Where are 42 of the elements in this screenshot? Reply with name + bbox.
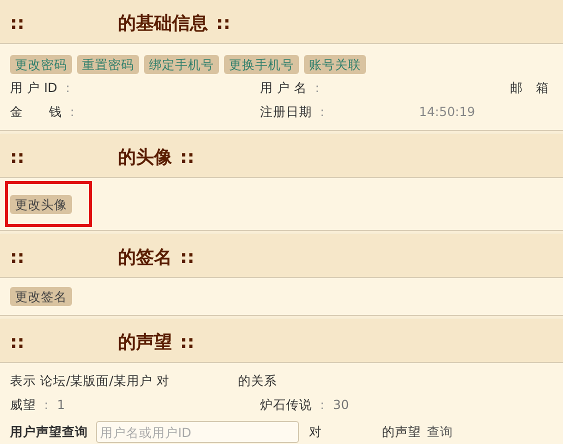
section-marker: :: [180, 330, 194, 354]
action-button[interactable]: 更改签名 [10, 286, 72, 306]
query-label: 用户声望查询 [10, 422, 89, 441]
colon: ： [310, 79, 324, 97]
action-button[interactable]: 更改密码 [10, 55, 72, 74]
section-marker: :: [10, 246, 26, 270]
section-marker: :: [10, 146, 26, 170]
field-label: 用 户 ID [10, 79, 58, 97]
colon: ： [316, 102, 329, 121]
action-button[interactable]: 更换手机号 [224, 55, 299, 74]
field-label: 邮 箱 [510, 79, 549, 97]
colon: ： [316, 396, 329, 414]
section-title: 的基础信息 [118, 12, 208, 36]
section-marker: :: [216, 12, 230, 36]
colon: ： [66, 102, 79, 121]
section-title: 的头像 [118, 146, 172, 170]
action-button[interactable]: 重置密码 [77, 55, 139, 74]
section-marker: :: [180, 246, 194, 270]
field-label: 用 户 名 [260, 79, 307, 97]
description-text: 的关系 [238, 372, 277, 390]
username-field[interactable]: 用户名或用户ID [96, 421, 299, 443]
section-title: 的签名 [118, 246, 172, 270]
action-button[interactable]: 绑定手机号 [144, 55, 219, 74]
field-value: 1 [57, 396, 65, 414]
action-button[interactable]: 更改头像 [10, 194, 72, 214]
colon: ： [61, 79, 74, 97]
description-text: 表示 论坛/某版面/某用户 对 [10, 372, 170, 390]
field-label: 注册日期 [260, 102, 312, 121]
section-marker: :: [10, 12, 26, 36]
query-link[interactable]: 查询 [427, 422, 453, 442]
section-marker: :: [10, 330, 26, 354]
colon: ： [40, 396, 53, 414]
action-button[interactable]: 账号关联 [304, 55, 366, 74]
field-value: 14:50:19 [419, 102, 476, 121]
query-text: 的声望 [382, 422, 421, 441]
field-value: 30 [333, 396, 349, 414]
section-title: 的声望 [118, 330, 172, 354]
section-marker: :: [180, 146, 194, 170]
query-text: 对 [309, 422, 323, 441]
field-label: 威望 [10, 396, 36, 414]
field-label: 金 钱 [10, 102, 62, 121]
field-label: 炉石传说 [260, 396, 312, 414]
